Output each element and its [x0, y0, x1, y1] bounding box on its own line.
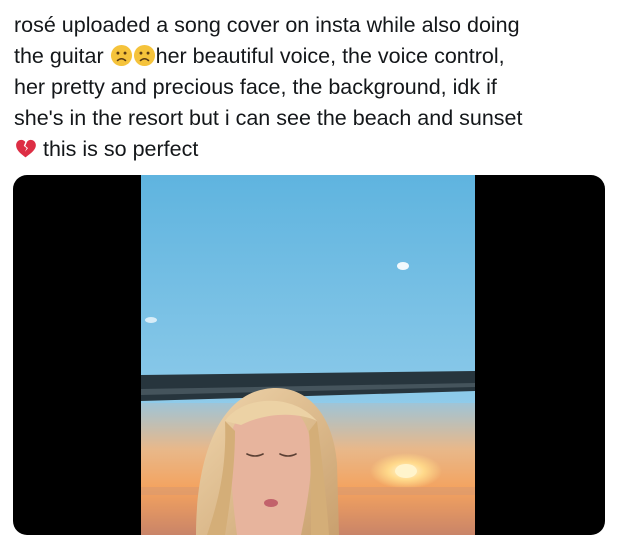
tweet-line-5: this is so perfect: [14, 134, 610, 165]
video-frame[interactable]: [141, 175, 475, 535]
tweet-text: rosé uploaded a song cover on insta whil…: [14, 10, 610, 165]
tweet-line-5-end: this is so perfect: [37, 137, 199, 161]
tweet-line-2: the guitar her beautiful voice, the voic…: [14, 41, 610, 72]
slightly-frowning-face-icon: [133, 44, 156, 67]
video-player[interactable]: [13, 175, 605, 535]
broken-heart-icon: [14, 137, 37, 160]
video-still: [141, 175, 475, 535]
tweet-line-4: she's in the resort but i can see the be…: [14, 106, 523, 130]
slightly-frowning-face-icon: [110, 44, 133, 67]
tweet-line-3: her pretty and precious face, the backgr…: [14, 75, 497, 99]
tweet-line-1: rosé uploaded a song cover on insta whil…: [14, 13, 520, 37]
tweet-line-2-end: her beautiful voice, the voice control,: [155, 44, 505, 68]
tweet-line-2-start: the guitar: [14, 44, 110, 68]
